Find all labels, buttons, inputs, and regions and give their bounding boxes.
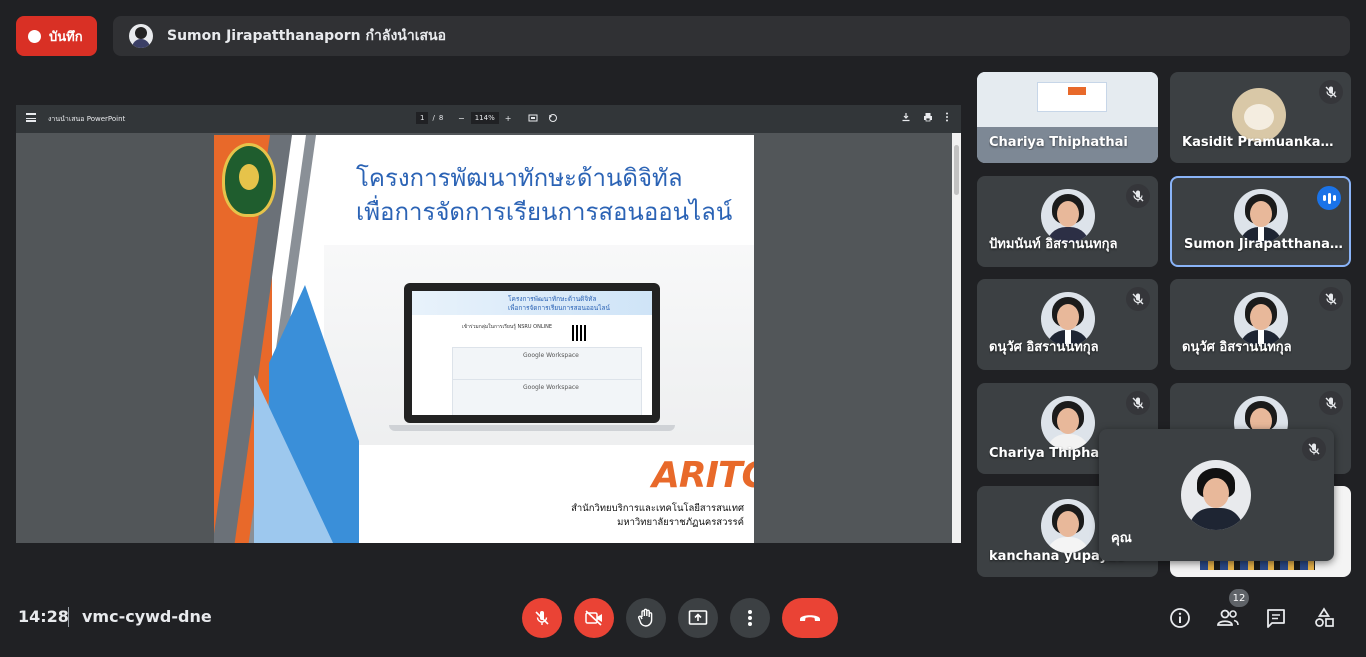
hand-icon (638, 608, 653, 627)
zoom-in-icon[interactable]: + (505, 114, 512, 123)
more-vert-icon (748, 610, 752, 626)
pdf-toolbar: งานนำเสนอ PowerPoint 1 / 8 − 114% + (16, 105, 961, 133)
self-name: คุณ (1111, 531, 1132, 546)
participant-tile-speaking[interactable]: Sumon Jirapatthanaporn (1170, 176, 1351, 267)
people-count-badge: 12 (1229, 589, 1249, 607)
divider (68, 607, 69, 627)
self-view[interactable]: คุณ (1099, 429, 1334, 561)
record-dot-icon (28, 29, 41, 43)
activities-button[interactable] (1306, 600, 1342, 636)
slide-title-line1: โครงการพัฒนาทักษะด้านดิจิทัล (356, 164, 683, 192)
pdf-title: งานนำเสนอ PowerPoint (48, 115, 126, 123)
camera-off-icon (585, 610, 602, 626)
mic-off-icon (1319, 80, 1343, 104)
mic-off-icon (1126, 287, 1150, 311)
zoom-out-icon[interactable]: − (458, 114, 465, 123)
rotate-icon[interactable] (548, 113, 558, 123)
hang-up-icon (800, 615, 820, 621)
participant-name: Sumon Jirapatthanaporn (1184, 237, 1344, 252)
inner-box: Google Workspace (452, 379, 642, 415)
org-name: สำนักวิทยบริการและเทคโนโลยีสารสนเทศ มหาว… (571, 502, 744, 530)
participant-name: ดนุวัศ อิสรานนทกุล (1182, 340, 1292, 355)
laptop-base (389, 425, 675, 431)
mic-off-icon (1319, 391, 1343, 415)
chat-button[interactable] (1258, 600, 1294, 636)
meet-window: บันทึก Sumon Jirapatthanaporn กำลังนำเสน… (0, 0, 1366, 657)
recording-label: บันทึก (49, 29, 83, 45)
page-sep: / (432, 114, 435, 122)
more-icon[interactable] (945, 112, 949, 122)
raise-hand-button[interactable] (626, 598, 666, 638)
participant-name: ปัทมนันท์ อิสรานนทกุล (989, 237, 1118, 252)
mic-off-icon (1126, 184, 1150, 208)
zoom-level[interactable]: 114% (470, 112, 499, 124)
download-icon[interactable] (901, 112, 911, 122)
fit-page-icon[interactable] (528, 113, 538, 123)
fit-controls (528, 113, 558, 123)
presenter-bar: Sumon Jirapatthanaporn กำลังนำเสนอ (113, 16, 1350, 56)
info-icon (1170, 608, 1190, 628)
org-line2: มหาวิทยาลัยราชภัฏนครสวรรค์ (617, 517, 744, 528)
aritc-logo: ARITC (652, 455, 754, 496)
speaking-icon (1317, 186, 1341, 210)
slide-title: โครงการพัฒนาทักษะด้านดิจิทัล เพื่อการจัด… (356, 161, 732, 229)
presenter-avatar (129, 24, 153, 48)
page-indicator: 1 / 8 (416, 112, 443, 124)
camera-toggle-button[interactable] (574, 598, 614, 638)
inner-title-line2: เพื่อการจัดการเรียนการสอนออนไลน์ (508, 304, 610, 312)
org-line1: สำนักวิทยบริการและเทคโนโลยีสารสนเทศ (571, 503, 744, 514)
people-icon (1217, 609, 1239, 626)
participant-tile[interactable]: Chariya Thiphathai (977, 72, 1158, 163)
self-avatar (1181, 460, 1251, 530)
participant-name: ดนุวัศ อิสรานนทกุล (989, 340, 1099, 355)
inner-title: โครงการพัฒนาทักษะด้านดิจิทัล เพื่อการจัด… (508, 295, 652, 313)
meeting-time: 14:28 (18, 607, 69, 626)
participant-tile[interactable]: ปัทมนันท์ อิสรานนทกุล (977, 176, 1158, 267)
presenter-text: Sumon Jirapatthanaporn กำลังนำเสนอ (167, 28, 447, 44)
participant-tile[interactable]: Kasidit Pramuankamon (1170, 72, 1351, 163)
zoom-controls: − 114% + (458, 112, 511, 124)
more-options-button[interactable] (730, 598, 770, 638)
avatar (1040, 395, 1095, 450)
pdf-actions (901, 112, 949, 122)
participant-name: Chariya Thiphathai (989, 135, 1128, 150)
university-logo (222, 143, 276, 217)
meeting-details-button[interactable] (1162, 600, 1198, 636)
mic-off-icon (1126, 391, 1150, 415)
chat-icon (1267, 609, 1285, 628)
participant-tile[interactable]: ดนุวัศ อิสรานนทกุล (1170, 279, 1351, 370)
inner-title-line1: โครงการพัฒนาทักษะด้านดิจิทัล (508, 295, 597, 303)
print-icon[interactable] (923, 112, 933, 122)
present-now-button[interactable] (678, 598, 718, 638)
avatar (1040, 498, 1095, 553)
mic-toggle-button[interactable] (522, 598, 562, 638)
participant-tile[interactable]: ดนุวัศ อิสรานนทกุล (977, 279, 1158, 370)
mic-off-icon (1319, 287, 1343, 311)
inner-caption: เข้าร่วมกลุ่มในการเรียนรู้ NSRU ONLINE (462, 324, 552, 330)
laptop-screen: โครงการพัฒนาทักษะด้านดิจิทัล เพื่อการจัด… (412, 291, 652, 415)
mic-off-icon (535, 611, 549, 625)
presentation-area[interactable]: งานนำเสนอ PowerPoint 1 / 8 − 114% + โครง… (16, 105, 961, 543)
menu-icon[interactable] (26, 113, 36, 122)
present-screen-icon (688, 610, 708, 625)
leave-call-button[interactable] (782, 598, 838, 638)
participant-name: Kasidit Pramuankamon (1182, 135, 1342, 150)
recording-button[interactable]: บันทึก (16, 16, 97, 56)
slide: โครงการพัฒนาทักษะด้านดิจิทัล เพื่อการจัด… (214, 135, 754, 543)
pdf-scrollbar[interactable] (952, 133, 961, 543)
qr-code (572, 325, 588, 341)
laptop-image: โครงการพัฒนาทักษะด้านดิจิทัล เพื่อการจัด… (404, 283, 660, 423)
mic-off-icon (1302, 437, 1326, 461)
avatar (1233, 188, 1288, 243)
page-current[interactable]: 1 (416, 112, 429, 124)
page-total: 8 (438, 114, 444, 122)
avatar (1232, 88, 1286, 142)
meeting-code: vmc-cywd-dne (82, 607, 212, 626)
activities-icon (1315, 607, 1334, 627)
slide-title-line2: เพื่อการจัดการเรียนการสอนออนไลน์ (356, 198, 733, 226)
